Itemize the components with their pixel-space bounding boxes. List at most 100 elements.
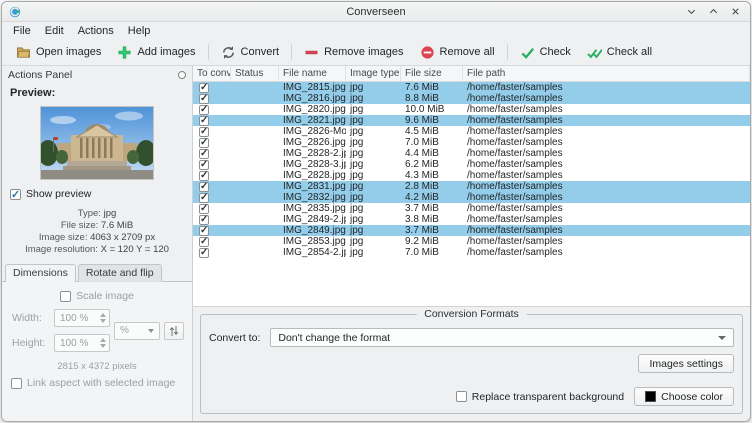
width-spinbox[interactable]: 100 % bbox=[54, 309, 110, 327]
table-row[interactable]: IMG_2849-2.jpgjpg3.8 MiB/home/faster/sam… bbox=[193, 214, 750, 225]
row-checkbox[interactable] bbox=[199, 149, 209, 159]
scale-image-checkbox[interactable] bbox=[60, 291, 71, 302]
check-button[interactable]: Check bbox=[512, 42, 579, 63]
remove-all-button[interactable]: Remove all bbox=[412, 42, 503, 63]
cell-file-size: 8.8 MiB bbox=[401, 93, 463, 104]
cell-file-size: 4.5 MiB bbox=[401, 126, 463, 137]
file-table-body: IMG_2815.jpgjpg7.6 MiB/home/faster/sampl… bbox=[193, 82, 750, 258]
add-images-button[interactable]: Add images bbox=[109, 42, 203, 63]
check-all-button[interactable]: Check all bbox=[579, 42, 660, 63]
column-header-file-size[interactable]: File size bbox=[401, 66, 463, 81]
height-spinbox[interactable]: 100 % bbox=[54, 334, 110, 352]
cell-file-name: IMG_2816.jpg bbox=[279, 93, 346, 104]
cell-image-type: jpg bbox=[346, 137, 401, 148]
spinner-arrows-icon[interactable] bbox=[100, 338, 106, 348]
row-checkbox[interactable] bbox=[199, 215, 209, 225]
titlebar[interactable]: Converseen bbox=[2, 2, 750, 22]
maximize-button[interactable] bbox=[708, 6, 719, 17]
row-checkbox[interactable] bbox=[199, 138, 209, 148]
convert-button[interactable]: Convert bbox=[213, 42, 288, 63]
tab-dimensions[interactable]: Dimensions bbox=[5, 264, 76, 282]
cell-file-size: 9.2 MiB bbox=[401, 236, 463, 247]
column-header-status[interactable]: Status bbox=[231, 66, 279, 81]
cell-file-size: 3.7 MiB bbox=[401, 203, 463, 214]
cell-file-name: IMG_2849.jpg bbox=[279, 225, 346, 236]
cell-file-size: 7.0 MiB bbox=[401, 247, 463, 258]
remove-images-button[interactable]: Remove images bbox=[296, 42, 411, 63]
scale-image-label: Scale image bbox=[76, 290, 134, 302]
table-row[interactable]: IMG_2853.jpgjpg9.2 MiB/home/faster/sampl… bbox=[193, 236, 750, 247]
table-row[interactable]: IMG_2826-Mo...jpg4.5 MiB/home/faster/sam… bbox=[193, 126, 750, 137]
row-checkbox[interactable] bbox=[199, 160, 209, 170]
folder-open-icon bbox=[16, 45, 31, 60]
row-checkbox[interactable] bbox=[199, 226, 209, 236]
format-combobox[interactable]: Don't change the format bbox=[270, 328, 734, 347]
row-checkbox[interactable] bbox=[199, 237, 209, 247]
menu-help[interactable]: Help bbox=[121, 24, 158, 38]
cell-file-name: IMG_2828.jpg bbox=[279, 170, 346, 181]
column-header-file-name[interactable]: File name bbox=[279, 66, 346, 81]
minimize-button[interactable] bbox=[686, 6, 697, 17]
images-settings-button[interactable]: Images settings bbox=[638, 354, 734, 373]
table-row[interactable]: IMG_2828-2.jpgjpg4.4 MiB/home/faster/sam… bbox=[193, 148, 750, 159]
color-swatch bbox=[645, 391, 656, 402]
choose-color-button[interactable]: Choose color bbox=[634, 387, 734, 406]
row-checkbox[interactable] bbox=[199, 182, 209, 192]
cell-image-type: jpg bbox=[346, 93, 401, 104]
menu-edit[interactable]: Edit bbox=[38, 24, 71, 38]
table-row[interactable]: IMG_2821.jpgjpg9.6 MiB/home/faster/sampl… bbox=[193, 115, 750, 126]
plus-icon bbox=[117, 45, 132, 60]
unit-combobox[interactable]: % bbox=[114, 322, 160, 340]
row-checkbox[interactable] bbox=[199, 127, 209, 137]
swap-dimensions-button[interactable] bbox=[164, 322, 184, 340]
toolbar: Open images Add images Convert Remove im… bbox=[2, 39, 750, 66]
row-checkbox[interactable] bbox=[199, 105, 209, 115]
cell-file-name: IMG_2826-Mo... bbox=[279, 126, 346, 137]
cell-file-path: /home/faster/samples bbox=[463, 247, 750, 258]
close-button[interactable] bbox=[730, 6, 741, 17]
height-label: Height: bbox=[12, 337, 50, 349]
info-resolution: Image resolution: X = 120 Y = 120 bbox=[2, 244, 192, 256]
actions-panel-title: Actions Panel bbox=[8, 69, 72, 81]
dock-float-button[interactable] bbox=[178, 71, 186, 79]
row-checkbox[interactable] bbox=[199, 94, 209, 104]
row-checkbox[interactable] bbox=[199, 193, 209, 203]
column-header-file-path[interactable]: File path bbox=[463, 66, 750, 81]
row-checkbox[interactable] bbox=[199, 171, 209, 181]
table-row[interactable]: IMG_2854-2.jpgjpg7.0 MiB/home/faster/sam… bbox=[193, 247, 750, 258]
open-images-button[interactable]: Open images bbox=[8, 42, 109, 63]
pixels-info: 2815 x 4372 pixels bbox=[7, 352, 187, 375]
preview-image bbox=[41, 107, 153, 179]
menu-actions[interactable]: Actions bbox=[71, 24, 121, 38]
cell-file-name: IMG_2820.jpg bbox=[279, 104, 346, 115]
column-header-image-type[interactable]: Image type bbox=[346, 66, 401, 81]
table-row[interactable]: IMG_2849.jpgjpg3.7 MiB/home/faster/sampl… bbox=[193, 225, 750, 236]
spinner-arrows-icon[interactable] bbox=[100, 313, 106, 323]
show-preview-checkbox[interactable] bbox=[10, 189, 21, 200]
table-row[interactable]: IMG_2828.jpgjpg4.3 MiB/home/faster/sampl… bbox=[193, 170, 750, 181]
table-row[interactable]: IMG_2828-3.jpgjpg6.2 MiB/home/faster/sam… bbox=[193, 159, 750, 170]
table-row[interactable]: IMG_2835.jpgjpg3.7 MiB/home/faster/sampl… bbox=[193, 203, 750, 214]
table-row[interactable]: IMG_2826.jpgjpg7.0 MiB/home/faster/sampl… bbox=[193, 137, 750, 148]
replace-transparent-checkbox[interactable] bbox=[456, 391, 467, 402]
table-row[interactable]: IMG_2820.jpgjpg10.0 MiB/home/faster/samp… bbox=[193, 104, 750, 115]
table-row[interactable]: IMG_2815.jpgjpg7.6 MiB/home/faster/sampl… bbox=[193, 82, 750, 93]
row-checkbox[interactable] bbox=[199, 248, 209, 258]
table-row[interactable]: IMG_2832.jpgjpg4.2 MiB/home/faster/sampl… bbox=[193, 192, 750, 203]
cell-image-type: jpg bbox=[346, 181, 401, 192]
chevron-down-icon bbox=[148, 329, 154, 333]
cell-file-path: /home/faster/samples bbox=[463, 203, 750, 214]
row-checkbox[interactable] bbox=[199, 204, 209, 214]
cell-file-size: 4.4 MiB bbox=[401, 148, 463, 159]
menu-file[interactable]: File bbox=[6, 24, 38, 38]
column-header-to-convert[interactable]: To convert bbox=[193, 66, 231, 81]
table-row[interactable]: IMG_2831.jpgjpg2.8 MiB/home/faster/sampl… bbox=[193, 181, 750, 192]
table-row[interactable]: IMG_2816.jpgjpg8.8 MiB/home/faster/sampl… bbox=[193, 93, 750, 104]
row-checkbox[interactable] bbox=[199, 116, 209, 126]
cell-file-name: IMG_2831.jpg bbox=[279, 181, 346, 192]
replace-transparent-label: Replace transparent background bbox=[472, 391, 624, 403]
cell-file-path: /home/faster/samples bbox=[463, 148, 750, 159]
tab-rotate-flip[interactable]: Rotate and flip bbox=[78, 264, 162, 282]
row-checkbox[interactable] bbox=[199, 83, 209, 93]
link-aspect-checkbox[interactable] bbox=[11, 378, 22, 389]
